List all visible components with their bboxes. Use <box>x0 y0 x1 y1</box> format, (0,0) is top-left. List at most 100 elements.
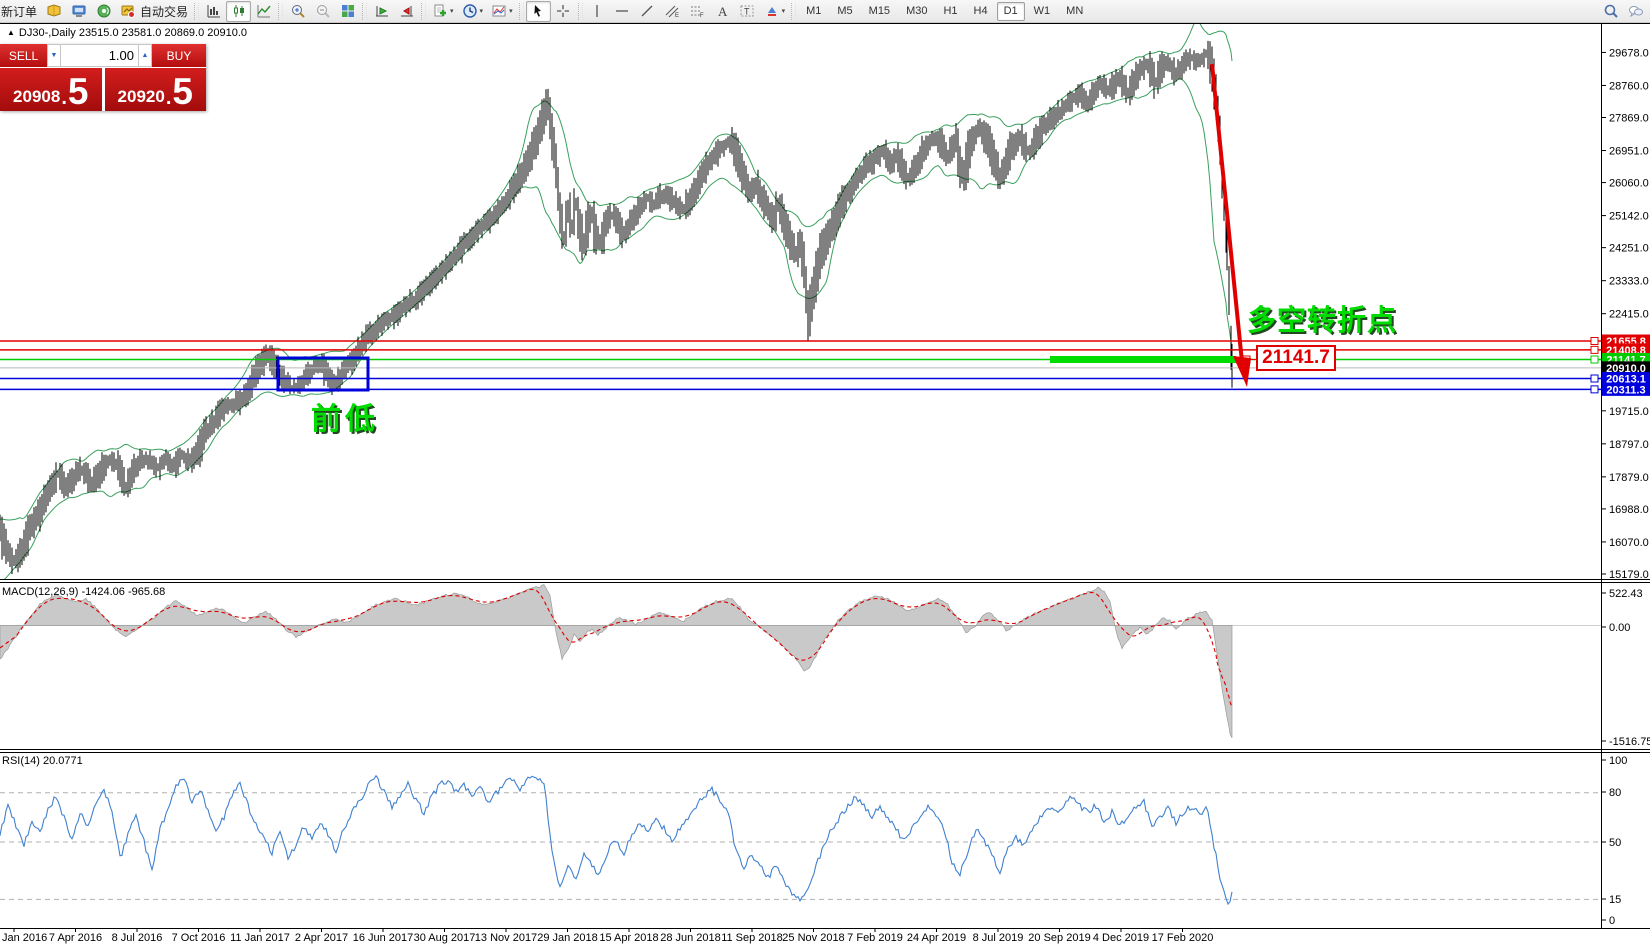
toolbar-group-orders: 新订单 自动交易 <box>2 0 192 23</box>
new-order-button[interactable]: 新订单 <box>0 1 41 22</box>
previous-low-annotation[interactable]: 前低 <box>311 394 379 438</box>
timeframe-d1-button[interactable]: D1 <box>997 2 1025 21</box>
date-axis-label: 17 Feb 2020 <box>1152 932 1214 944</box>
buy-price-dot: . <box>166 89 172 107</box>
date-axis-label: 7 Apr 2016 <box>49 932 102 944</box>
timeframe-w1-button[interactable]: W1 <box>1027 2 1058 21</box>
volume-up-stepper[interactable]: ▲ <box>138 44 152 67</box>
signals-button[interactable] <box>91 1 116 22</box>
price-axis-tick: 17879.0 <box>1609 472 1649 484</box>
timeframe-m15-button[interactable]: M15 <box>862 2 897 21</box>
auto-scroll-button[interactable] <box>369 1 394 22</box>
periods-icon <box>462 3 478 19</box>
toolbar-group-new-objects: ▾▾▾ <box>428 0 517 23</box>
timeframe-mn-button[interactable]: MN <box>1059 2 1090 21</box>
horizontal-line-button[interactable] <box>610 1 635 22</box>
level-handle[interactable] <box>1591 375 1598 382</box>
price-axis-tick: 22415.0 <box>1609 309 1649 321</box>
chat-icon <box>1628 3 1644 19</box>
zoom-out-icon <box>315 3 331 19</box>
date-axis-label: 13 Nov 2017 <box>475 932 537 944</box>
trendline-button[interactable] <box>635 1 660 22</box>
macd-indicator-label: MACD(12,26,9) -1424.06 -965.68 <box>2 586 165 598</box>
volume-input[interactable] <box>61 44 138 67</box>
level-handle[interactable] <box>1591 338 1598 345</box>
chat-button[interactable] <box>1623 1 1648 22</box>
date-axis-label: 11 Sep 2018 <box>721 932 783 944</box>
toolbar-group-draw-tools: E F A T ▾ <box>585 0 790 23</box>
bar-chart-button[interactable] <box>201 1 226 22</box>
price-axis-tick: 23333.0 <box>1609 276 1649 288</box>
price-axis-tick: 19715.0 <box>1609 406 1649 418</box>
buy-price-box[interactable]: 20920.5 <box>105 68 207 111</box>
new-chart-button[interactable]: ▾ <box>428 1 458 22</box>
timeframe-m1-button[interactable]: M1 <box>799 2 828 21</box>
buy-price-main: 20920 <box>118 88 165 107</box>
trendline-icon <box>639 3 655 19</box>
timeframe-m5-button[interactable]: M5 <box>830 2 859 21</box>
equidistant-channel-button[interactable]: E <box>660 1 685 22</box>
terminal-button[interactable] <box>66 1 91 22</box>
text-label-button[interactable]: T <box>735 1 760 22</box>
turning-point-annotation[interactable]: 多空转折点 <box>1247 297 1397 339</box>
date-axis-label: 25 Nov 2018 <box>782 932 844 944</box>
date-axis-label: 7 Feb 2019 <box>847 932 903 944</box>
buy-button[interactable]: BUY <box>152 44 206 67</box>
svg-text:A: A <box>718 4 728 19</box>
fibonacci-button[interactable]: F <box>685 1 710 22</box>
toolbar-right-group <box>1598 1 1648 22</box>
date-axis-label: 30 Aug 2017 <box>414 932 476 944</box>
date-axis-label: 7 Oct 2016 <box>172 932 226 944</box>
toolbar-group-pointer <box>526 0 576 23</box>
text-button[interactable]: A <box>710 1 735 22</box>
periods-button[interactable]: ▾ <box>458 1 488 22</box>
svg-text:F: F <box>700 13 704 19</box>
line-chart-button[interactable] <box>251 1 276 22</box>
zoom-in-button[interactable] <box>285 1 310 22</box>
level-handle[interactable] <box>1591 346 1598 353</box>
level-handle[interactable] <box>1591 386 1598 393</box>
toolbar-separator <box>791 3 796 20</box>
templates-button[interactable]: ▾ <box>487 1 517 22</box>
market-watch-button[interactable] <box>41 1 66 22</box>
svg-text:E: E <box>675 13 679 19</box>
volume-down-stepper[interactable]: ▼ <box>47 44 61 67</box>
macd-axis-tick: 522.43 <box>1609 588 1643 600</box>
level-handle[interactable] <box>1591 356 1598 363</box>
macd-axis-tick: 0.00 <box>1609 622 1630 634</box>
timeframe-m30-button[interactable]: M30 <box>899 2 934 21</box>
toolbar-separator <box>278 3 283 20</box>
svg-text:T: T <box>744 7 750 17</box>
toolbar-separator <box>519 3 524 20</box>
candlestick-button[interactable] <box>226 1 251 22</box>
timeframe-h4-button[interactable]: H4 <box>967 2 995 21</box>
search-button[interactable] <box>1598 1 1623 22</box>
mt4-window: 新订单自动交易▾▾▾EFAT▾M1M5M15M30H1H4D1W1MN 2967… <box>0 0 1650 948</box>
vertical-line-button[interactable] <box>585 1 610 22</box>
date-axis-label: 28 Jun 2018 <box>660 932 721 944</box>
rsi-axis-tick: 100 <box>1609 755 1627 767</box>
chart-shift-button[interactable] <box>394 1 419 22</box>
cursor-button[interactable] <box>526 1 551 22</box>
level-price-tag[interactable]: 21141.7 <box>1256 345 1336 371</box>
dropdown-caret-icon: ▾ <box>450 7 454 15</box>
macd-axis-tick: -1516.75 <box>1609 736 1650 748</box>
thick-green-level-bar[interactable] <box>1050 356 1236 363</box>
price-axis-tick: 26951.0 <box>1609 146 1649 158</box>
rsi-axis-tick: 15 <box>1609 894 1621 906</box>
sell-price-box[interactable]: 20908.5 <box>0 68 102 111</box>
autotrade-button[interactable]: 自动交易 <box>116 1 192 22</box>
tile-windows-button[interactable] <box>335 1 360 22</box>
sell-price-dot: . <box>61 89 67 107</box>
symbol-arrow-icon: ▲ <box>7 28 15 37</box>
timeframe-h1-button[interactable]: H1 <box>936 2 964 21</box>
chart-area[interactable]: 29678.028760.027869.026951.026060.025142… <box>0 0 1650 948</box>
chart-shift-icon <box>399 3 415 19</box>
crosshair-button[interactable] <box>551 1 576 22</box>
top-toolbar: 新订单自动交易▾▾▾EFAT▾M1M5M15M30H1H4D1W1MN <box>0 0 1650 23</box>
zoom-out-button[interactable] <box>310 1 335 22</box>
new-order-button-label: 新订单 <box>1 3 37 20</box>
sell-button[interactable]: SELL <box>0 44 47 67</box>
new-chart-icon <box>432 3 448 19</box>
arrows-button[interactable]: ▾ <box>760 1 790 22</box>
